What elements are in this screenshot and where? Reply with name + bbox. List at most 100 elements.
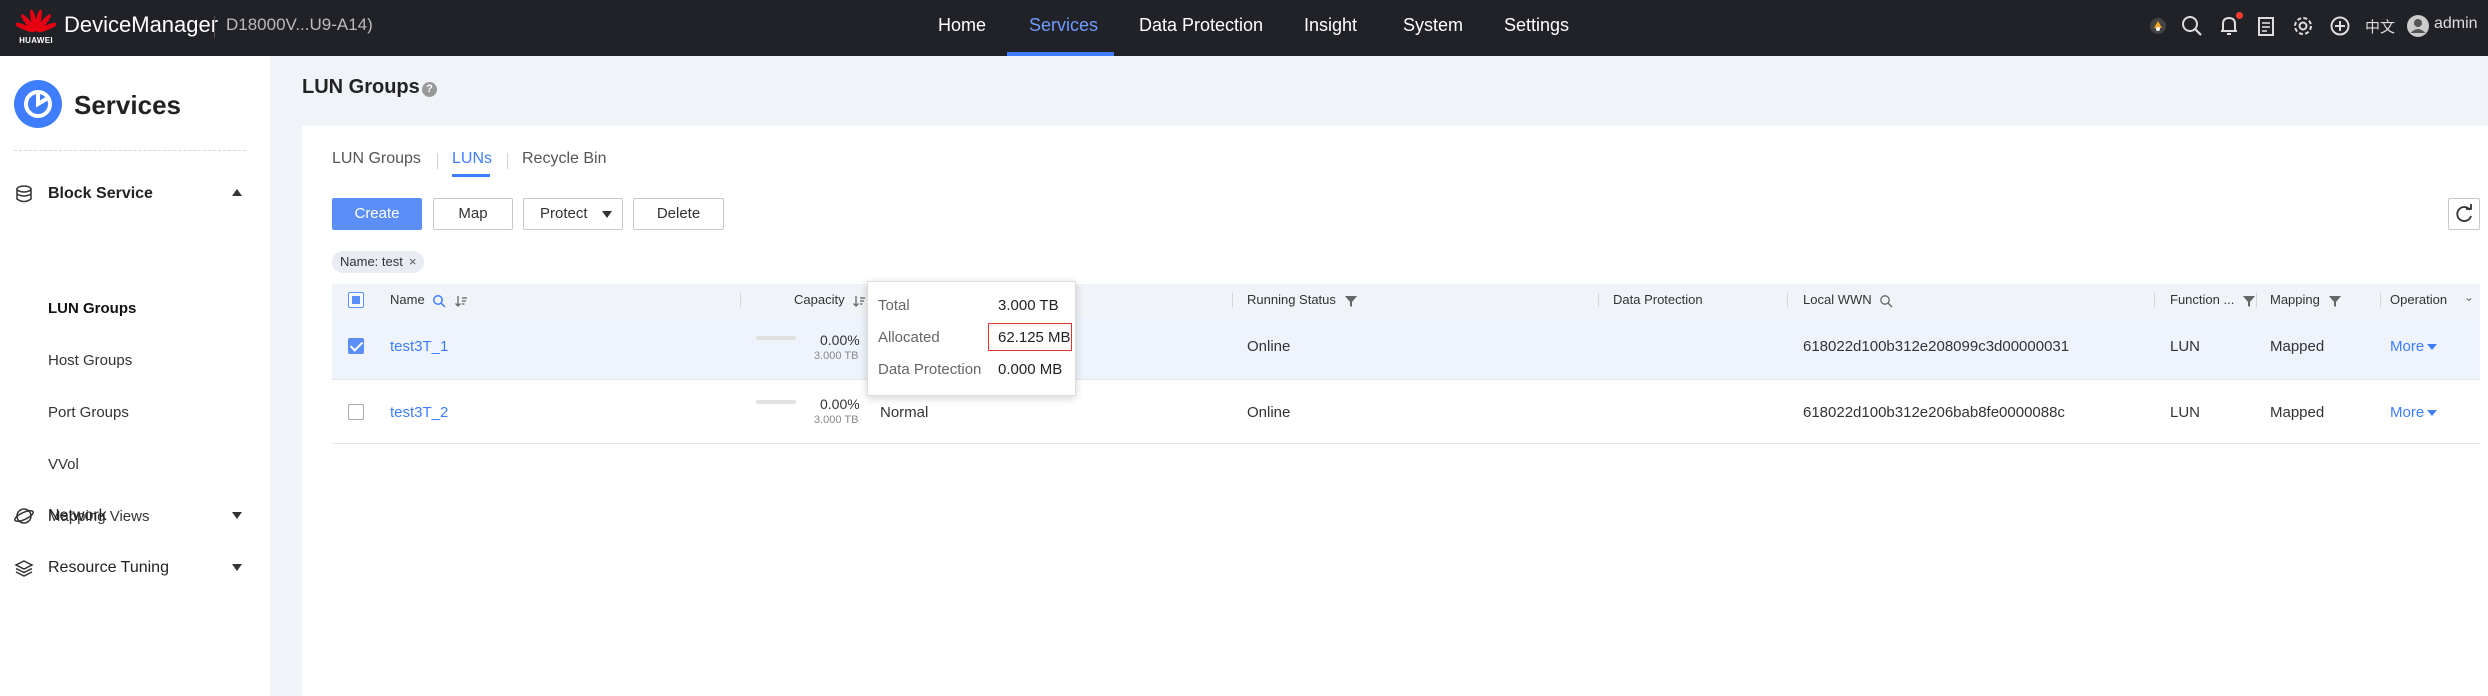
allocated-highlight-box — [988, 323, 1072, 351]
sidebar-divider — [14, 150, 246, 151]
user-name[interactable]: admin — [2434, 15, 2478, 33]
task-icon[interactable] — [2253, 13, 2279, 39]
health-status: Normal — [880, 404, 929, 421]
tab-lun-groups[interactable]: LUN Groups — [332, 150, 421, 168]
capacity-percent: 0.00% — [820, 332, 860, 348]
column-header-local-wwn[interactable]: Local WWN — [1803, 292, 1893, 308]
more-dropdown[interactable]: More — [2390, 338, 2438, 355]
search-icon[interactable] — [2179, 13, 2205, 39]
sidebar-item-lun-groups[interactable]: LUN Groups — [48, 300, 136, 317]
tooltip-total-label: Total — [878, 297, 910, 314]
protect-dropdown[interactable]: Protect — [523, 198, 623, 230]
sidebar-group-resource-tuning[interactable]: Resource Tuning — [0, 548, 270, 588]
nav-services[interactable]: Services — [1029, 0, 1098, 56]
sidebar: Services Block Service LUN Groups Host G… — [0, 56, 270, 696]
sidebar-item-host-groups[interactable]: Host Groups — [48, 352, 132, 369]
nav-active-indicator — [1007, 52, 1114, 56]
nav-insight[interactable]: Insight — [1304, 0, 1357, 56]
app-title: DeviceManager — [64, 12, 219, 37]
running-status: Online — [1247, 338, 1291, 355]
lun-name-link[interactable]: test3T_1 — [390, 338, 448, 355]
status-icon[interactable] — [2145, 13, 2171, 39]
table-row[interactable]: test3T_1 0.00% 3.000 TB Online 618022d10… — [332, 316, 2480, 380]
caret-down-icon — [602, 211, 612, 218]
sidebar-title: Services — [74, 90, 181, 120]
tooltip-allocated-label: Allocated — [878, 329, 940, 346]
column-header-capacity[interactable]: Capacity — [794, 292, 866, 308]
row-checkbox[interactable] — [348, 338, 364, 354]
capacity-total: 3.000 TB — [814, 350, 859, 362]
column-divider — [1232, 293, 1233, 307]
filter-icon[interactable] — [2328, 294, 2342, 308]
user-icon[interactable] — [2405, 13, 2431, 39]
caret-down-icon — [2427, 344, 2438, 351]
running-status: Online — [1247, 404, 1291, 421]
language-switch[interactable]: 中文 — [2365, 16, 2395, 37]
brand-text: HUAWEI — [19, 36, 53, 45]
protect-label: Protect — [540, 205, 588, 222]
table-row[interactable]: test3T_2 0.00% 3.000 TB Normal Online 61… — [332, 380, 2480, 444]
globe-icon — [14, 506, 34, 526]
plus-circle-icon[interactable] — [2327, 13, 2353, 39]
huawei-flower-icon — [16, 9, 56, 33]
tooltip-protection-label: Data Protection — [878, 361, 982, 378]
tooltip-protection-value: 0.000 MB — [998, 361, 1063, 378]
lun-name-link[interactable]: test3T_2 — [390, 404, 448, 421]
more-dropdown[interactable]: More — [2390, 404, 2438, 421]
sidebar-group-label: Network — [48, 507, 107, 524]
column-divider — [1787, 293, 1788, 307]
tooltip-total-value: 3.000 TB — [998, 297, 1059, 314]
sort-icon[interactable] — [454, 294, 468, 308]
close-icon[interactable]: × — [409, 254, 417, 269]
delete-button[interactable]: Delete — [633, 198, 724, 230]
chevron-up-icon — [232, 189, 242, 196]
tab-recycle-bin[interactable]: Recycle Bin — [522, 150, 606, 168]
search-icon[interactable] — [432, 294, 446, 308]
top-bar: HUAWEI DeviceManager D18000V...U9-A14) H… — [0, 0, 2488, 56]
tab-luns[interactable]: LUNs — [452, 150, 492, 168]
column-header-operation: Operation — [2390, 292, 2448, 307]
mapping-status: Mapped — [2270, 338, 2325, 355]
help-icon[interactable]: ? — [422, 82, 437, 97]
nav-system[interactable]: System — [1403, 0, 1463, 56]
local-wwn: 618022d100b312e208099c3d00000031 — [1803, 338, 2070, 355]
sort-icon[interactable] — [852, 294, 866, 308]
filter-chip-label: Name: test — [340, 254, 403, 269]
refresh-icon — [2456, 204, 2472, 222]
layers-icon — [14, 558, 34, 578]
column-header-mapping[interactable]: Mapping — [2270, 292, 2342, 308]
column-divider — [2256, 293, 2257, 307]
column-header-running-status[interactable]: Running Status — [1247, 292, 1358, 308]
filter-icon[interactable] — [2242, 294, 2256, 308]
nav-home[interactable]: Home — [938, 0, 986, 56]
tab-active-indicator — [452, 174, 490, 177]
column-settings-icon[interactable]: ⌄ — [2464, 290, 2474, 304]
mapping-status: Mapped — [2270, 404, 2325, 421]
map-button[interactable]: Map — [433, 198, 513, 230]
huawei-logo[interactable]: HUAWEI — [16, 6, 56, 48]
row-checkbox[interactable] — [348, 404, 364, 420]
sidebar-item-port-groups[interactable]: Port Groups — [48, 404, 129, 421]
column-divider — [2380, 293, 2381, 307]
nav-settings[interactable]: Settings — [1504, 0, 1569, 56]
capacity-tooltip: Total 3.000 TB Allocated 62.125 MB Data … — [867, 281, 1076, 396]
device-name[interactable]: D18000V...U9-A14) — [226, 15, 373, 35]
column-header-name[interactable]: Name — [390, 292, 468, 308]
caret-down-icon — [2427, 410, 2438, 417]
gear-icon[interactable] — [2290, 13, 2316, 39]
search-icon[interactable] — [1879, 294, 1893, 308]
function: LUN — [2170, 338, 2201, 355]
refresh-button[interactable] — [2448, 198, 2480, 230]
title-divider — [214, 16, 215, 38]
capacity-percent: 0.00% — [820, 396, 860, 412]
column-header-function[interactable]: Function ... — [2170, 292, 2256, 308]
sidebar-group-block-service[interactable]: Block Service — [0, 174, 270, 214]
notification-dot — [2236, 12, 2243, 19]
nav-data-protection[interactable]: Data Protection — [1139, 0, 1263, 56]
database-icon — [14, 184, 34, 204]
select-all-checkbox[interactable] — [348, 292, 364, 308]
sidebar-group-network[interactable]: Network — [0, 496, 270, 536]
filter-icon[interactable] — [1344, 294, 1358, 308]
sidebar-item-vvol[interactable]: VVol — [48, 456, 79, 473]
create-button[interactable]: Create — [332, 198, 422, 230]
